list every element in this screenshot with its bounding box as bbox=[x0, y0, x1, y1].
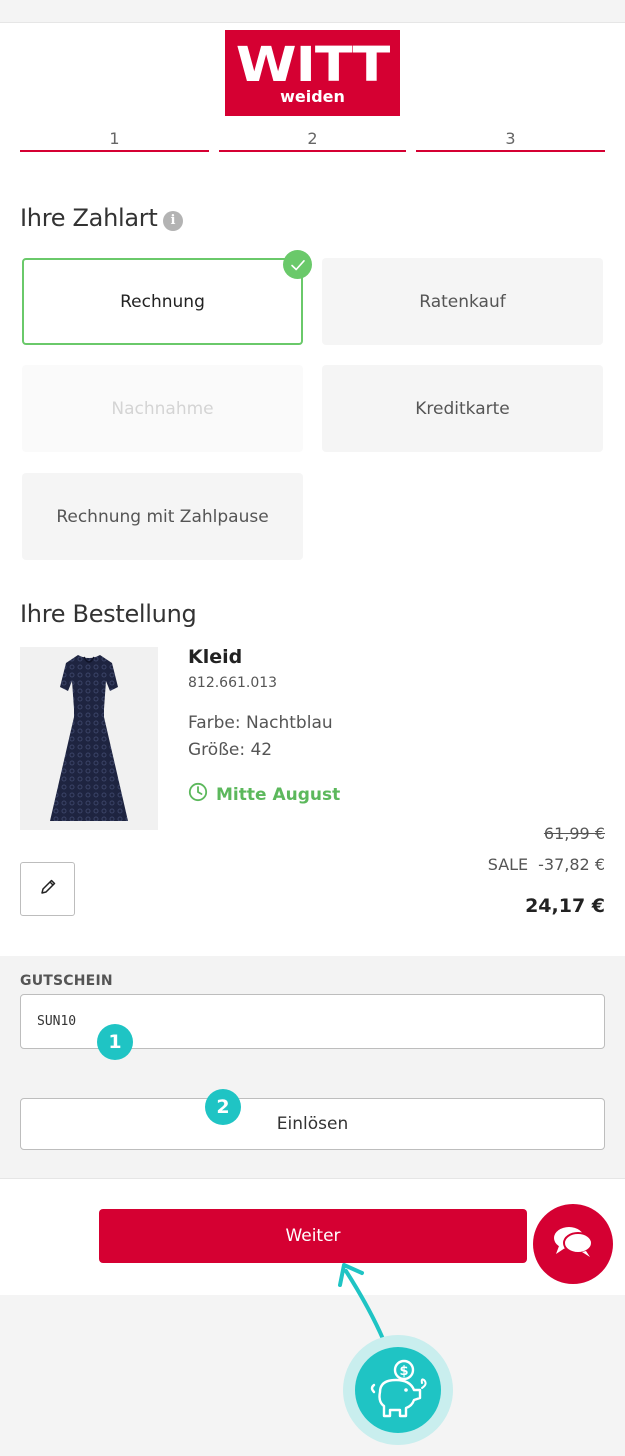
delivery-estimate: Mitte August bbox=[188, 782, 340, 807]
order-title: Ihre Bestellung bbox=[20, 600, 197, 628]
payment-option-nachnahme: Nachnahme bbox=[22, 365, 303, 452]
product-image[interactable] bbox=[20, 647, 158, 830]
pencil-icon bbox=[38, 877, 58, 901]
check-icon bbox=[283, 250, 312, 279]
final-price: 24,17 € bbox=[525, 895, 605, 917]
checkout-step-2[interactable]: 2 bbox=[219, 128, 406, 152]
payment-option-rechnung-zahlpause[interactable]: Rechnung mit Zahlpause bbox=[22, 473, 303, 560]
hint-badge-1: 1 bbox=[97, 1024, 133, 1060]
redeem-button[interactable]: Einlösen bbox=[20, 1098, 605, 1150]
product-number: 812.661.013 bbox=[188, 675, 278, 691]
payment-option-rechnung[interactable]: Rechnung bbox=[22, 258, 303, 345]
product-size: Größe: 42 bbox=[188, 740, 273, 760]
sale-label: SALE bbox=[487, 855, 529, 874]
info-icon[interactable]: i bbox=[163, 211, 183, 231]
product-name[interactable]: Kleid bbox=[188, 646, 242, 668]
witt-logo[interactable]: WITT weiden bbox=[225, 30, 400, 116]
original-price: 61,99 € bbox=[543, 824, 605, 843]
piggy-bank-icon[interactable]: $ bbox=[355, 1347, 441, 1433]
voucher-label: GUTSCHEIN bbox=[20, 973, 113, 989]
checkout-step-1[interactable]: 1 bbox=[20, 128, 209, 152]
chat-icon bbox=[551, 1224, 595, 1264]
payment-option-kreditkarte[interactable]: Kreditkarte bbox=[322, 365, 603, 452]
edit-button[interactable] bbox=[20, 862, 75, 916]
delivery-text: Mitte August bbox=[216, 784, 341, 805]
svg-text:$: $ bbox=[399, 1364, 408, 1379]
hint-badge-2: 2 bbox=[205, 1089, 241, 1125]
top-bar bbox=[0, 0, 625, 23]
clock-icon bbox=[188, 782, 208, 807]
payment-option-ratenkauf[interactable]: Ratenkauf bbox=[322, 258, 603, 345]
product-color: Farbe: Nachtblau bbox=[188, 713, 333, 733]
chat-button[interactable] bbox=[533, 1204, 613, 1284]
checkout-step-3[interactable]: 3 bbox=[416, 128, 605, 152]
payment-title: Ihre Zahlart bbox=[20, 204, 158, 232]
discount-amount: -37,82 € bbox=[538, 855, 605, 874]
next-button[interactable]: Weiter bbox=[99, 1209, 527, 1263]
sale-discount: SALE -37,82 € bbox=[488, 855, 605, 874]
logo-wordmark: WITT bbox=[235, 37, 391, 93]
logo-subtitle: weiden bbox=[280, 87, 345, 106]
